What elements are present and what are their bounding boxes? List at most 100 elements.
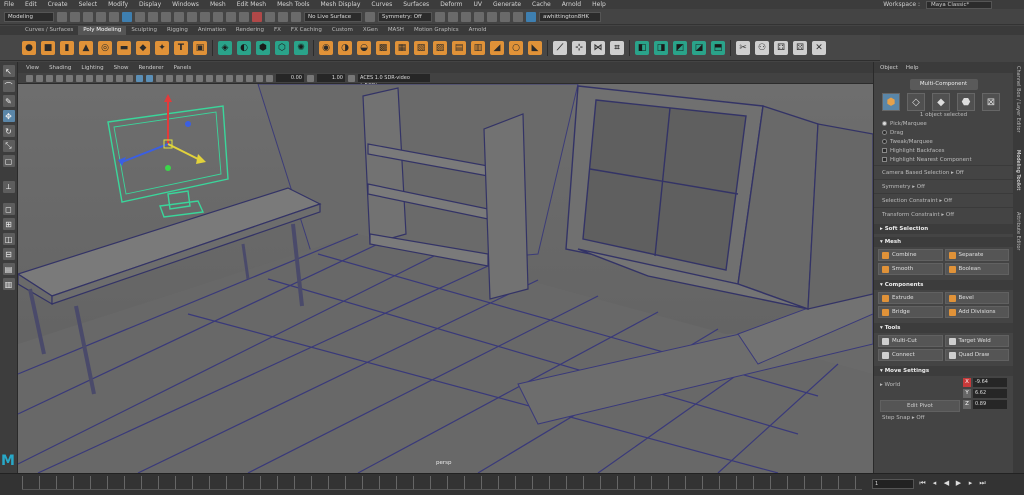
shelf-tab-motion-graphics[interactable]: Motion Graphics <box>409 26 464 35</box>
user-account-icon[interactable] <box>526 11 536 22</box>
tools-section-header[interactable]: ▾ Tools <box>874 323 1013 333</box>
history-icon[interactable] <box>226 11 236 22</box>
unfold-icon[interactable]: ⚃ <box>774 40 788 55</box>
new-scene-icon[interactable] <box>57 11 67 22</box>
select-hierarchy-icon[interactable] <box>122 11 132 22</box>
shadows-icon[interactable] <box>186 74 193 82</box>
symmetry-dropdown[interactable]: Symmetry: Off <box>378 11 432 22</box>
bridge-shelf-icon[interactable]: ▦ <box>395 40 409 55</box>
object-mode-icon[interactable]: ⬢ <box>882 93 900 111</box>
bevel-button[interactable]: Bevel <box>944 292 1009 304</box>
move-tool-icon[interactable]: ✥ <box>2 110 15 122</box>
save-scene-icon[interactable] <box>83 11 93 22</box>
select-object-icon[interactable] <box>135 11 145 22</box>
select-camera-icon[interactable] <box>26 74 33 82</box>
uv-editor-icon[interactable]: ◧ <box>635 40 649 55</box>
menu-file[interactable]: File <box>4 1 14 8</box>
backface-culling-icon[interactable] <box>256 74 263 82</box>
select-component-icon[interactable] <box>148 11 158 22</box>
ipr-render-icon[interactable] <box>252 11 262 22</box>
undo-icon[interactable] <box>96 11 106 22</box>
auto-map-icon[interactable]: ⬒ <box>711 40 725 55</box>
platonic-solid-icon[interactable]: ✦ <box>155 40 169 55</box>
checkbox-icon[interactable] <box>882 148 887 153</box>
sew-uv-icon[interactable]: ⚇ <box>755 40 769 55</box>
layout-single-icon[interactable]: ◻ <box>2 203 15 215</box>
render-settings-icon[interactable] <box>265 11 275 22</box>
layout-graph-icon[interactable]: ▥ <box>2 278 15 290</box>
isolate-select-icon[interactable] <box>226 74 233 82</box>
spherical-map-icon[interactable]: ◪ <box>692 40 706 55</box>
separate-button[interactable]: Separate <box>944 249 1009 261</box>
uv-mode-icon[interactable]: ⊠ <box>982 93 1000 111</box>
multi-cut-button[interactable]: Multi-Cut <box>878 335 943 347</box>
mesh-section-header[interactable]: ▾ Mesh <box>874 237 1013 247</box>
shelf-tab-sculpting[interactable]: Sculpting <box>126 26 162 35</box>
tab-modeling-toolkit[interactable]: Modeling Toolkit <box>1015 150 1021 190</box>
add-divisions-button[interactable]: Add Divisions <box>944 306 1009 318</box>
smooth-shade-icon[interactable] <box>146 74 153 82</box>
live-surface-icon[interactable] <box>291 11 301 22</box>
target-weld-button[interactable]: Target Weld <box>944 335 1009 347</box>
shelf-tab-poly-modeling[interactable]: Poly Modeling <box>78 26 127 35</box>
safe-title-icon[interactable] <box>126 74 133 82</box>
safe-action-icon[interactable] <box>116 74 123 82</box>
motion-blur-icon[interactable] <box>206 74 213 82</box>
panel-menu-shading[interactable]: Shading <box>49 65 71 71</box>
shelf-tab-fx[interactable]: FX <box>269 26 286 35</box>
display-icon[interactable] <box>474 11 484 22</box>
grid-toggle-icon[interactable] <box>66 74 73 82</box>
menu-modify[interactable]: Modify <box>108 1 128 8</box>
z-axis-label[interactable]: Z <box>963 400 971 409</box>
combine-shelf-icon[interactable]: ⬢ <box>256 40 270 55</box>
render-view-icon[interactable] <box>513 11 523 22</box>
extrude-shelf-icon[interactable]: ▩ <box>376 40 390 55</box>
menu-help[interactable]: Help <box>592 1 606 8</box>
shelf-tab-fx-caching[interactable]: FX Caching <box>286 26 327 35</box>
soft-selection-header[interactable]: ▸ Soft Selection <box>874 224 1013 234</box>
multi-component-button[interactable]: Multi-Component <box>909 79 978 90</box>
cut-uv-icon[interactable]: ✂ <box>736 40 750 55</box>
play-backward-icon[interactable]: ◀ <box>942 479 951 488</box>
connect-button[interactable]: Connect <box>878 349 943 361</box>
shelf-tab-arnold[interactable]: Arnold <box>464 26 492 35</box>
selection-constraint-row[interactable]: Selection Constraint ▸ Off <box>874 193 1013 207</box>
snap-together-icon[interactable] <box>448 11 458 22</box>
step-forward-icon[interactable]: ▸ <box>966 479 975 488</box>
tweak-marquee-option[interactable]: Tweak/Marquee <box>874 138 1013 147</box>
lasso-tool-icon[interactable]: ⌒ <box>2 80 15 92</box>
time-ruler[interactable] <box>22 476 862 490</box>
film-gate-icon[interactable] <box>76 74 83 82</box>
render-icon[interactable] <box>239 11 249 22</box>
user-account-dropdown[interactable]: awhittington8HK <box>539 11 601 22</box>
transform-constraint-row[interactable]: Transform Constraint ▸ Off <box>874 207 1013 221</box>
layout-outliner-icon[interactable]: ▤ <box>2 263 15 275</box>
boolean-button[interactable]: Boolean <box>944 263 1009 275</box>
camera-based-selection-row[interactable]: Camera Based Selection ▸ Off <box>874 165 1013 179</box>
menu-windows[interactable]: Windows <box>172 1 199 8</box>
edge-mode-icon[interactable]: ◆ <box>932 93 950 111</box>
panel-menu-lighting[interactable]: Lighting <box>81 65 103 71</box>
image-plane-icon[interactable] <box>56 74 63 82</box>
highlight-nearest-checkbox[interactable]: Highlight Nearest Component <box>874 156 1013 165</box>
quad-draw-button[interactable]: Quad Draw <box>944 349 1009 361</box>
connect-shelf-icon[interactable]: ⋈ <box>591 40 605 55</box>
view-transform-dropdown[interactable]: ACES 1.0 SDR-video (sRGB) <box>358 74 430 89</box>
menu-deform[interactable]: Deform <box>440 1 462 8</box>
append-polygon-icon[interactable]: ▨ <box>433 40 447 55</box>
scale-tool-icon[interactable]: ⤡ <box>2 140 15 152</box>
poly-torus-icon[interactable]: ◎ <box>98 40 112 55</box>
snap-point-icon[interactable] <box>187 11 197 22</box>
svg-icon[interactable]: ▣ <box>193 40 207 55</box>
gamma-field[interactable]: 1.00 <box>317 74 345 82</box>
xray-icon[interactable] <box>236 74 243 82</box>
boolean-difference-icon[interactable]: ◑ <box>338 40 352 55</box>
world-space-dropdown[interactable]: ▸ World <box>880 378 960 392</box>
z-coordinate-field[interactable]: 0.89 <box>973 400 1007 409</box>
wireframe-on-shaded-icon[interactable] <box>156 74 163 82</box>
menu-mesh-tools[interactable]: Mesh Tools <box>277 1 309 8</box>
shelf-tab-curves-surfaces[interactable]: Curves / Surfaces <box>20 26 78 35</box>
y-coordinate-field[interactable]: 6.62 <box>973 389 1007 398</box>
layout-two-icon[interactable]: ⊟ <box>2 248 15 260</box>
menu-edit[interactable]: Edit <box>25 1 37 8</box>
